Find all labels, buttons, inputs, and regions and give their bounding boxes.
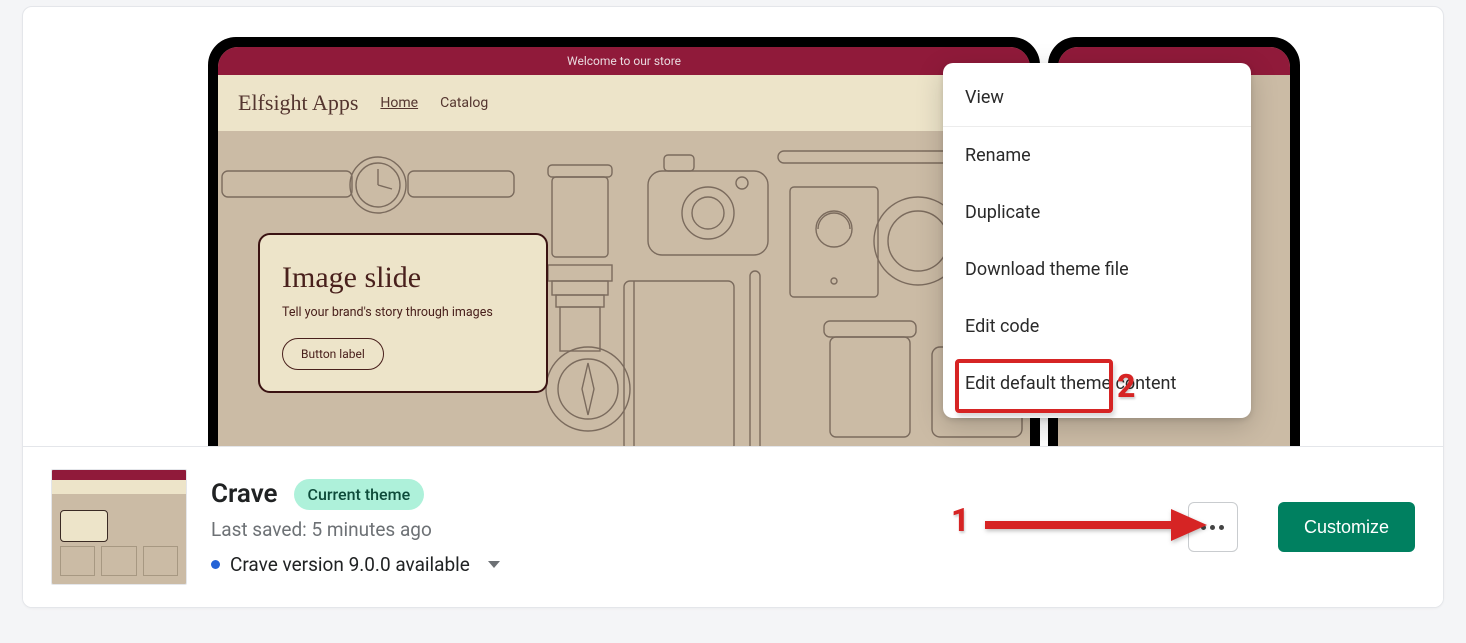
theme-card: Welcome to our store Elfsight Apps Home … [22, 6, 1444, 608]
update-dot-icon [211, 560, 220, 569]
menu-item-duplicate[interactable]: Duplicate [943, 184, 1251, 241]
theme-thumbnail [51, 469, 187, 585]
dots-icon [1201, 525, 1206, 530]
last-saved-text: Last saved: 5 minutes ago [211, 518, 500, 541]
theme-name: Crave [211, 479, 278, 509]
chevron-down-icon [488, 561, 500, 568]
theme-info-bar: Crave Current theme Last saved: 5 minute… [23, 446, 1443, 607]
slide-subtitle: Tell your brand's story through images [282, 305, 524, 320]
current-theme-badge: Current theme [294, 479, 425, 510]
version-available-text: Crave version 9.0.0 available [230, 553, 470, 576]
customize-button[interactable]: Customize [1278, 502, 1415, 552]
menu-item-download[interactable]: Download theme file [943, 241, 1251, 298]
menu-item-editdefault[interactable]: Edit default theme content [943, 355, 1251, 412]
menu-item-view[interactable]: View [943, 69, 1251, 127]
slide-title: Image slide [282, 261, 524, 295]
announcement-text: Welcome to our store [567, 54, 681, 68]
slide-button[interactable]: Button label [282, 338, 384, 370]
version-available-row[interactable]: Crave version 9.0.0 available [211, 553, 500, 576]
announcement-bar: Welcome to our store [218, 47, 1030, 75]
menu-item-editcode[interactable]: Edit code [943, 298, 1251, 355]
desktop-preview-screen: Welcome to our store Elfsight Apps Home … [218, 47, 1030, 447]
hero-section: Image slide Tell your brand's story thro… [218, 131, 1030, 447]
theme-actions-menu: View Rename Duplicate Download theme fil… [943, 63, 1251, 418]
theme-info: Crave Current theme Last saved: 5 minute… [211, 479, 500, 576]
store-brand: Elfsight Apps [238, 90, 358, 116]
desktop-preview-frame: Welcome to our store Elfsight Apps Home … [208, 37, 1040, 447]
store-navbar: Elfsight Apps Home Catalog [218, 75, 1030, 131]
menu-item-rename[interactable]: Rename [943, 127, 1251, 184]
more-actions-button[interactable] [1188, 502, 1238, 552]
nav-link-catalog[interactable]: Catalog [440, 95, 488, 111]
slide-card: Image slide Tell your brand's story thro… [258, 233, 548, 393]
nav-link-home[interactable]: Home [380, 95, 418, 111]
